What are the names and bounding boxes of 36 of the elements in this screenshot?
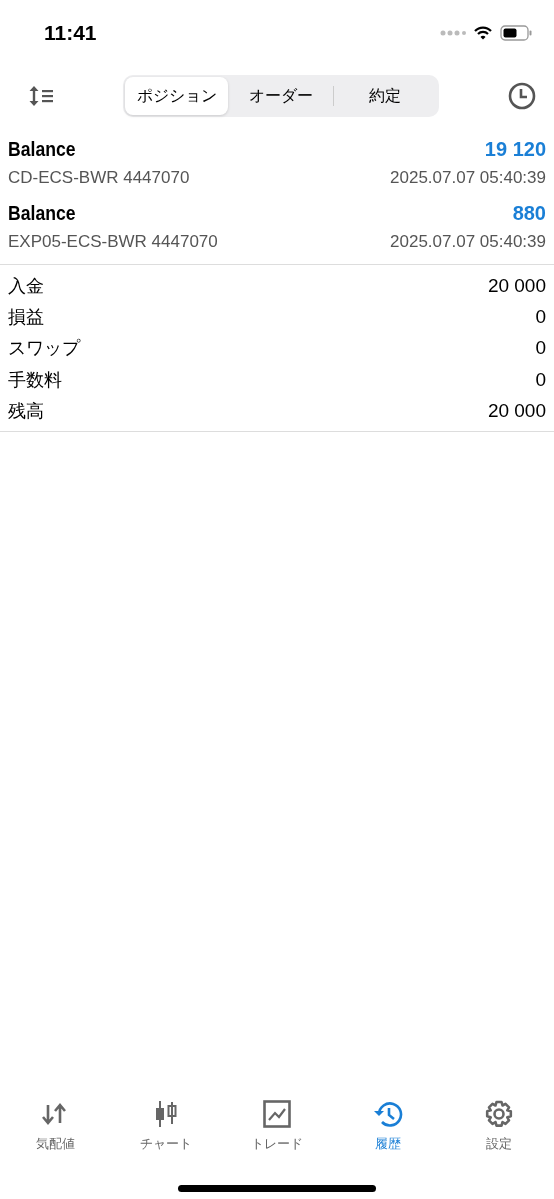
deal-amount: 880 [512,202,546,225]
summary-value: 0 [535,368,546,391]
tab-bar-item[interactable]: 履歴 [332,1099,444,1165]
summary-label: 損益 [8,305,44,330]
battery-icon [500,25,532,41]
deal-time: 2025.07.07 05:40:39 [390,232,546,252]
clock-icon[interactable] [508,82,536,110]
signal-icon [440,30,466,36]
status-time: 11:41 [44,21,98,45]
sort-icon[interactable] [28,85,54,107]
line-chart-icon [263,1100,291,1128]
summary-value: 20 000 [487,400,546,423]
settings-icon [484,1100,513,1128]
deal-type: Balance [8,138,76,161]
tab-bar-item[interactable]: 気配値 [0,1099,111,1165]
summary-label: スワップ [8,336,80,361]
summary-value: 0 [535,337,546,360]
deal-comment: CD-ECS-BWR 4447070 [8,168,190,188]
tab-bar-item[interactable]: 設定 [443,1099,554,1165]
history-icon [372,1100,403,1128]
tab-bar-item[interactable]: チャート [110,1099,222,1165]
deal-amount: 19 120 [484,138,546,161]
summary-label: 残高 [8,399,44,424]
deal-type: Balance [8,202,76,225]
tab-bar-item[interactable]: トレード [221,1099,333,1165]
segment-tab[interactable]: ポジション [125,77,229,115]
summary-label: 入金 [8,273,44,298]
summary-value: 20 000 [487,274,546,297]
summary-value: 0 [535,306,546,329]
deal-time: 2025.07.07 05:40:39 [390,168,546,188]
deal-comment: EXP05-ECS-BWR 4447070 [8,232,218,252]
summary-label: 手数料 [8,367,62,392]
candlestick-icon [155,1100,178,1128]
segment-tab[interactable]: オーダー [229,77,333,115]
wifi-icon [474,26,492,40]
segment-tab[interactable]: 約定 [333,77,437,115]
